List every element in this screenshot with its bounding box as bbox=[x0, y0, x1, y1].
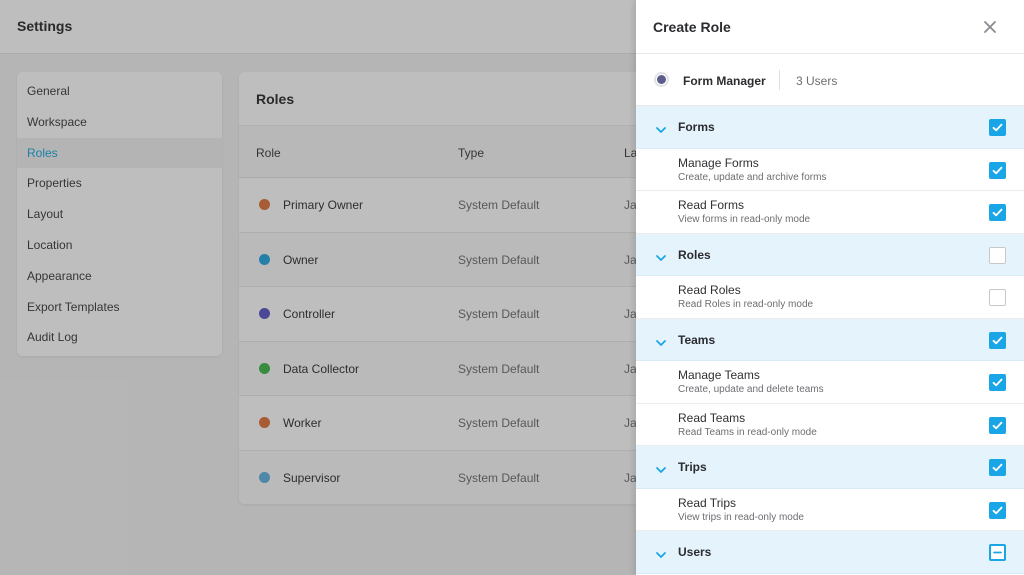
chevron-down-icon[interactable] bbox=[655, 335, 667, 346]
permission-item[interactable]: Manage Teams Create, update and delete te… bbox=[636, 361, 1024, 404]
divider bbox=[779, 70, 780, 90]
role-name: Form Manager bbox=[683, 74, 766, 88]
permission-label: Read Roles bbox=[678, 283, 741, 297]
permission-item[interactable]: Read Teams Read Teams in read-only mode bbox=[636, 403, 1024, 446]
permission-group-label: Roles bbox=[678, 247, 711, 262]
permission-checkbox[interactable] bbox=[989, 204, 1006, 221]
drawer-header: Create Role bbox=[636, 0, 1024, 54]
permission-item[interactable]: Manage Forms Create, update and archive f… bbox=[636, 148, 1024, 191]
permission-checkbox[interactable] bbox=[989, 416, 1006, 434]
permission-description: Read Teams in read-only mode bbox=[678, 426, 817, 438]
permission-group-users[interactable]: Users bbox=[636, 531, 1024, 574]
permission-item[interactable]: Read Forms View forms in read-only mode bbox=[636, 191, 1024, 234]
role-user-count: 3 Users bbox=[796, 74, 838, 88]
chevron-down-icon[interactable] bbox=[655, 462, 667, 473]
permission-label: Read Trips bbox=[678, 495, 737, 510]
permission-label: Read Teams bbox=[678, 410, 746, 425]
permission-group-trips[interactable]: Trips bbox=[636, 446, 1024, 489]
chevron-down-icon[interactable] bbox=[655, 122, 667, 133]
group-checkbox[interactable] bbox=[989, 544, 1006, 561]
permission-item[interactable]: Read Roles Read Roles in read-only mode bbox=[636, 276, 1024, 319]
permission-group-label: Teams bbox=[678, 332, 716, 347]
drawer-title: Create Role bbox=[653, 19, 731, 35]
permission-description: Read Roles in read-only mode bbox=[678, 299, 814, 310]
permission-item[interactable]: Read Trips View trips in read-only mode bbox=[636, 488, 1024, 531]
permission-group-roles[interactable]: Roles bbox=[636, 233, 1024, 276]
permission-description: Create, update and archive forms bbox=[678, 171, 827, 183]
group-checkbox[interactable] bbox=[989, 246, 1006, 264]
group-checkbox[interactable] bbox=[989, 331, 1006, 349]
create-role-drawer: Create Role Form Manager 3 Users Forms Ma… bbox=[636, 0, 1024, 575]
permission-group-forms[interactable]: Forms bbox=[636, 106, 1024, 149]
close-icon[interactable] bbox=[980, 17, 1000, 37]
permissions-list: Forms Manage Forms Create, update and arch… bbox=[636, 106, 1024, 574]
permission-group-teams[interactable]: Teams bbox=[636, 318, 1024, 361]
permission-checkbox[interactable] bbox=[989, 161, 1006, 179]
modal-backdrop[interactable] bbox=[0, 0, 636, 575]
permission-checkbox[interactable] bbox=[989, 374, 1006, 391]
permission-group-label: Trips bbox=[678, 460, 707, 474]
permission-group-label: Forms bbox=[678, 120, 715, 134]
role-color-icon bbox=[654, 72, 669, 87]
permission-label: Manage Forms bbox=[678, 155, 759, 170]
permission-description: Create, update and delete teams bbox=[678, 384, 824, 395]
role-summary: Form Manager 3 Users bbox=[636, 54, 1024, 106]
permission-label: Read Forms bbox=[678, 198, 745, 212]
chevron-down-icon[interactable] bbox=[655, 547, 667, 558]
permission-checkbox[interactable] bbox=[989, 289, 1006, 306]
group-checkbox[interactable] bbox=[989, 459, 1006, 476]
group-checkbox[interactable] bbox=[989, 119, 1006, 136]
permission-description: View forms in read-only mode bbox=[678, 214, 811, 225]
chevron-down-icon[interactable] bbox=[655, 250, 667, 261]
permission-checkbox[interactable] bbox=[989, 501, 1006, 519]
permission-label: Manage Teams bbox=[678, 368, 760, 382]
permission-group-label: Users bbox=[678, 545, 712, 559]
permission-description: View trips in read-only mode bbox=[678, 511, 804, 523]
